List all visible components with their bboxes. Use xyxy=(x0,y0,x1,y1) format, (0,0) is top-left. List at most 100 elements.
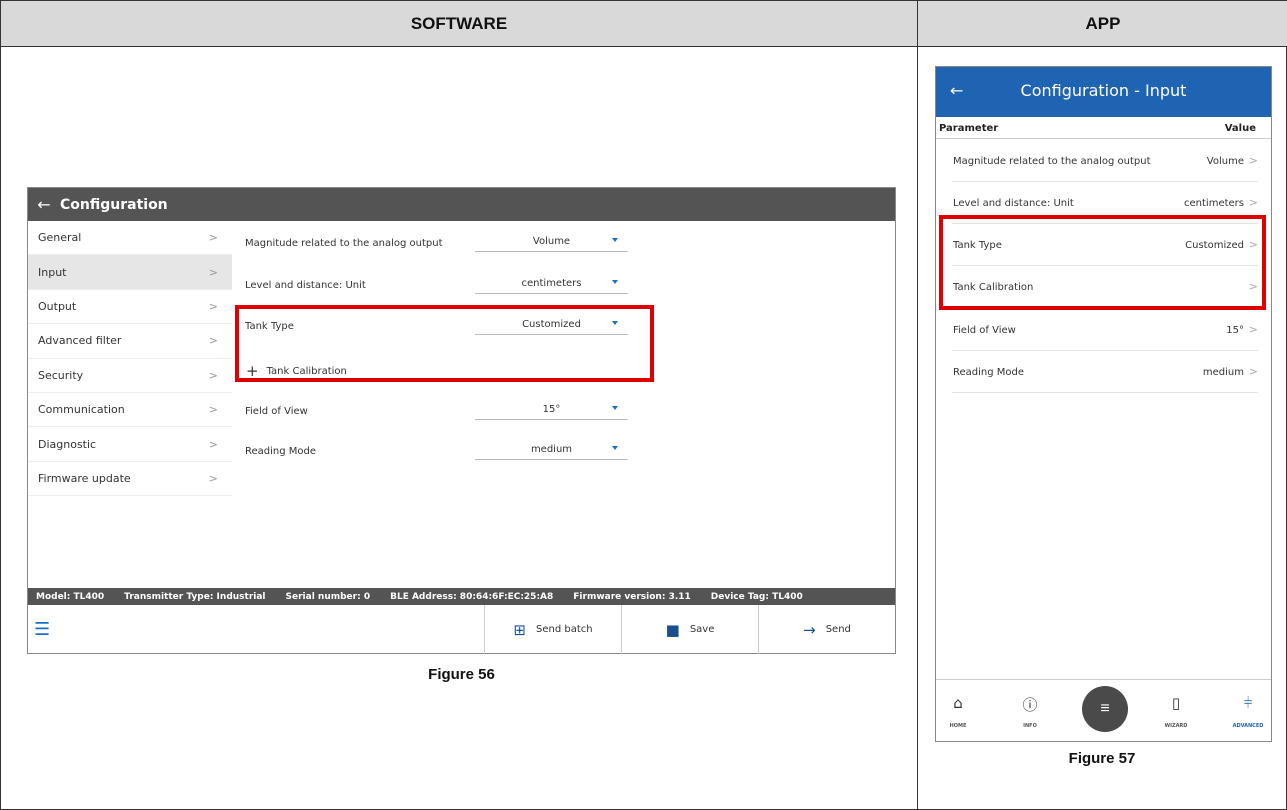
magnitude-select[interactable]: Volume xyxy=(475,232,628,252)
row-label: Field of View xyxy=(953,325,1016,336)
chevron-right-icon: > xyxy=(208,403,218,417)
status-bar: Model: TL400 Transmitter Type: Industria… xyxy=(28,588,895,605)
status-model: Model: TL400 xyxy=(36,591,105,602)
column-divider xyxy=(917,0,918,810)
field-of-view-label: Field of View xyxy=(245,406,308,417)
app-row-field-of-view[interactable]: Field of View 15° > xyxy=(952,309,1258,351)
status-ble: BLE Address: 80:64:6F:EC:25:A8 xyxy=(390,591,554,602)
save-button[interactable]: ■ Save xyxy=(621,605,758,654)
row-value: Volume xyxy=(1206,156,1244,167)
app-table-header: Parameter Value xyxy=(936,117,1271,139)
save-icon: ■ xyxy=(665,620,680,639)
unit-select[interactable]: centimeters xyxy=(475,274,628,294)
menu-fab-button[interactable]: ≡ xyxy=(1082,686,1128,732)
app-figure-caption: Figure 57 xyxy=(1068,750,1136,767)
chevron-right-icon: > xyxy=(208,231,218,245)
hamburger-menu-icon[interactable]: ☰ xyxy=(28,605,484,654)
reading-mode-label: Reading Mode xyxy=(245,446,317,457)
nav-advanced[interactable]: ⫩ ADVANCED xyxy=(1228,694,1268,731)
row-value: medium xyxy=(1202,367,1244,378)
magnitude-label: Magnitude related to the analog output xyxy=(245,238,443,249)
software-figure-caption: Figure 56 xyxy=(428,666,495,683)
status-transmitter: Transmitter Type: Industrial xyxy=(124,591,266,602)
sliders-icon: ⫩ xyxy=(1243,694,1253,712)
sidebar-item-general[interactable]: General > xyxy=(28,221,232,256)
nav-wizard[interactable]: ▯ WIZARD xyxy=(1156,694,1196,731)
nav-info[interactable]: ⓘ INFO xyxy=(1010,694,1050,731)
caret-down-icon xyxy=(612,406,618,410)
nav-label: HOME xyxy=(949,723,967,729)
row-value: centimeters xyxy=(1184,198,1244,209)
chevron-right-icon: > xyxy=(208,437,218,451)
sidebar-item-advanced-filter[interactable]: Advanced filter > xyxy=(28,324,232,359)
magnitude-value: Volume xyxy=(532,236,571,247)
app-titlebar: ← Configuration - Input xyxy=(936,67,1271,117)
software-title: Configuration xyxy=(60,196,168,213)
field-of-view-value: 15° xyxy=(542,404,561,415)
status-serial: Serial number: 0 xyxy=(285,591,371,602)
software-window: ← Configuration General > Input > Output… xyxy=(27,187,896,654)
nav-home[interactable]: ⌂ HOME xyxy=(938,694,978,731)
nav-label: ADVANCED xyxy=(1232,723,1264,729)
caret-down-icon xyxy=(612,280,618,284)
status-firmware: Firmware version: 3.11 xyxy=(573,591,691,602)
app-row-reading-mode[interactable]: Reading Mode medium > xyxy=(952,351,1258,393)
value-header: Value xyxy=(1224,123,1256,134)
row-label: Level and distance: Unit xyxy=(953,198,1074,209)
send-batch-button[interactable]: ⊞ Send batch xyxy=(484,605,621,654)
highlight-box xyxy=(235,305,654,382)
sidebar-item-label: Output xyxy=(38,299,77,313)
sidebar-item-label: Advanced filter xyxy=(38,334,122,348)
highlight-box xyxy=(939,215,1266,310)
sidebar-item-communication[interactable]: Communication > xyxy=(28,393,232,428)
send-button[interactable]: → Send xyxy=(758,605,895,654)
sidebar-item-label: Input xyxy=(38,265,67,279)
arrow-left-icon[interactable]: ← xyxy=(28,195,60,214)
chevron-right-icon: > xyxy=(208,334,218,348)
field-of-view-select[interactable]: 15° xyxy=(475,400,628,420)
network-icon: ⊞ xyxy=(513,620,526,639)
sidebar-item-security[interactable]: Security > xyxy=(28,359,232,393)
nav-label: WIZARD xyxy=(1164,723,1188,729)
app-row-magnitude[interactable]: Magnitude related to the analog output V… xyxy=(952,140,1258,182)
chevron-right-icon: > xyxy=(1248,154,1258,167)
sidebar-item-label: General xyxy=(38,231,82,245)
row-value: 15° xyxy=(1226,325,1244,336)
sidebar-item-label: Diagnostic xyxy=(38,437,97,451)
reading-mode-select[interactable]: medium xyxy=(475,440,628,460)
chevron-right-icon: > xyxy=(208,368,218,382)
sidebar-item-firmware-update[interactable]: Firmware update > xyxy=(28,462,232,497)
caret-down-icon xyxy=(612,446,618,450)
unit-value: centimeters xyxy=(521,278,582,289)
parameter-header: Parameter xyxy=(939,123,999,134)
chevron-right-icon: > xyxy=(1248,196,1258,209)
device-icon: ▯ xyxy=(1171,694,1181,712)
save-label: Save xyxy=(689,624,715,635)
app-bottom-nav: ⌂ HOME ⓘ INFO ≡ ▯ WIZARD ⫩ ADVANCED xyxy=(936,679,1271,743)
home-icon: ⌂ xyxy=(953,694,963,712)
nav-label: INFO xyxy=(1023,723,1037,729)
reading-mode-value: medium xyxy=(530,444,573,455)
software-sidebar: General > Input > Output > Advanced filt… xyxy=(28,221,232,497)
arrow-right-icon: → xyxy=(803,620,816,639)
unit-label: Level and distance: Unit xyxy=(245,280,366,291)
sidebar-item-input[interactable]: Input > xyxy=(28,255,232,290)
sidebar-item-label: Firmware update xyxy=(38,471,131,485)
chevron-right-icon: > xyxy=(208,299,218,313)
software-column-header: SOFTWARE xyxy=(1,1,918,47)
info-icon: ⓘ xyxy=(1022,696,1038,714)
chevron-right-icon: > xyxy=(1248,323,1258,336)
software-titlebar: ← Configuration xyxy=(28,188,895,221)
chevron-right-icon: > xyxy=(208,471,218,485)
hamburger-menu-icon: ≡ xyxy=(1100,700,1110,717)
send-batch-label: Send batch xyxy=(535,624,593,635)
app-screen: ← Configuration - Input Parameter Value … xyxy=(935,66,1272,742)
send-label: Send xyxy=(825,624,851,635)
sidebar-item-label: Security xyxy=(38,368,84,382)
sidebar-item-output[interactable]: Output > xyxy=(28,290,232,325)
row-label: Reading Mode xyxy=(953,367,1025,378)
row-label: Magnitude related to the analog output xyxy=(953,156,1151,167)
app-column-header: APP xyxy=(918,1,1287,47)
sidebar-item-diagnostic[interactable]: Diagnostic > xyxy=(28,427,232,462)
caret-down-icon xyxy=(612,238,618,242)
